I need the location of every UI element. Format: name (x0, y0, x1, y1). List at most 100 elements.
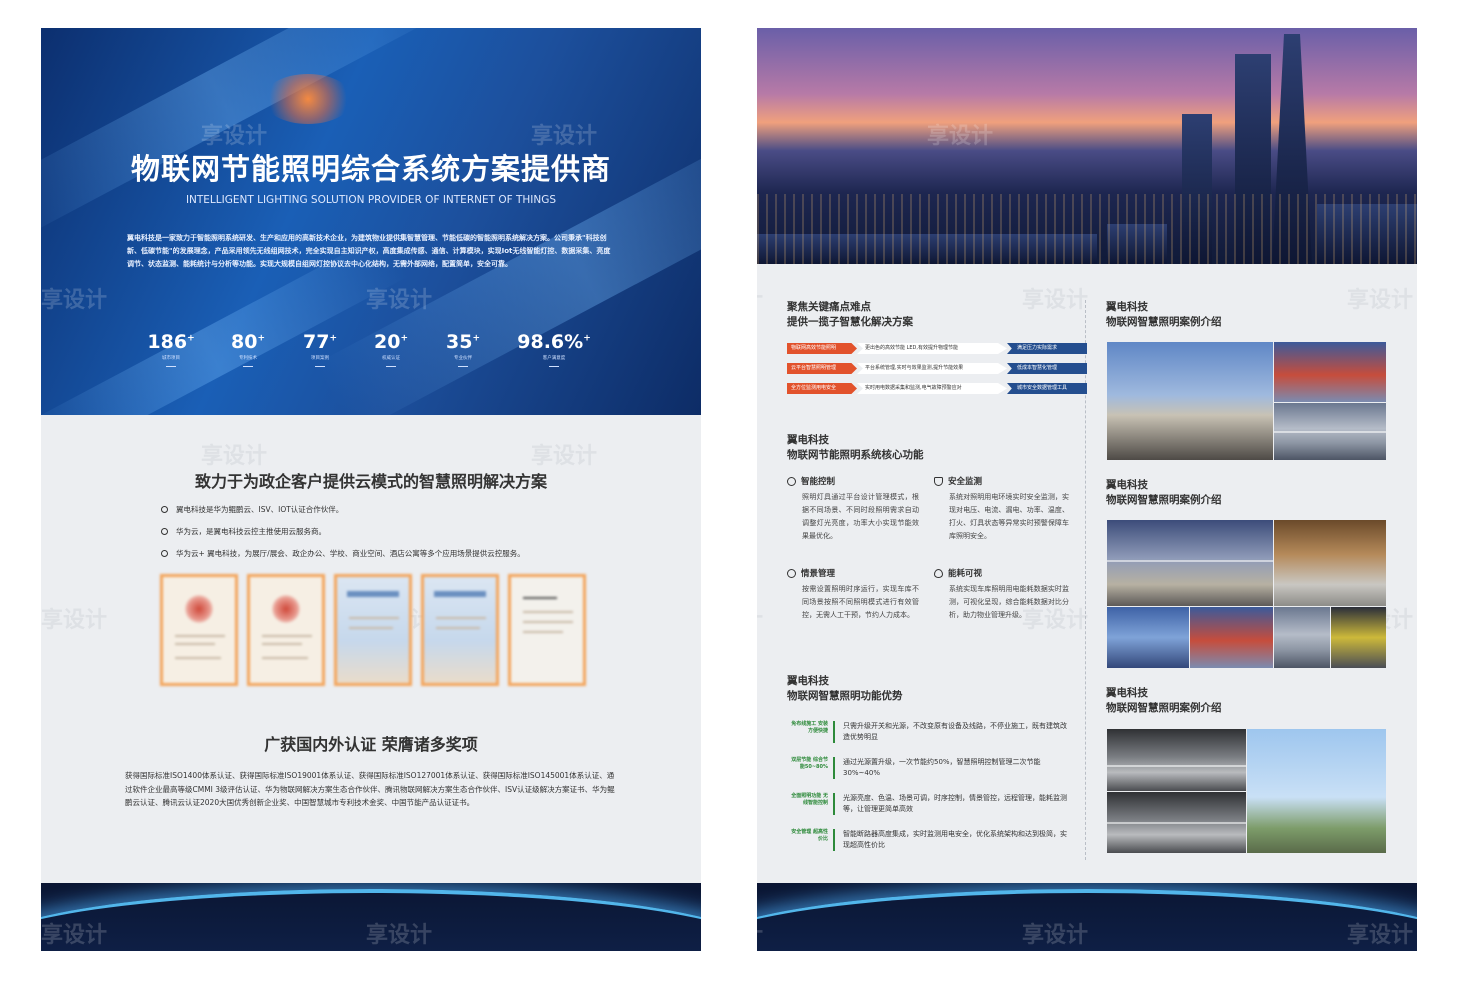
stat-value: 186 (147, 331, 188, 353)
case-photo (1247, 729, 1386, 853)
hero-banner: 享设计 享设计 享设计 享设计 物联网节能照明综合系统方案提供商 INTELLI… (41, 28, 701, 415)
stat-label: 专业伙伴 (454, 356, 472, 361)
stat-item: 20+ 权威认证 (361, 331, 421, 367)
stat-item: 35+ 专业伙伴 (433, 331, 493, 367)
bullet-ring-icon (161, 550, 168, 557)
advantage-tag: 双层节能 综合节能50~80% (791, 757, 828, 770)
bullet-ring-icon (161, 506, 168, 513)
pain-points-title: 聚焦关键痛点难点 提供一揽子智慧化解决方案 (787, 301, 913, 328)
feature-block: 智能控制 照明灯具通过平台设计管理模式，根据不同场景、不同时段照明需求自动调整灯… (787, 475, 919, 543)
bullet-ring-icon (161, 528, 168, 535)
pain-tag: 物联网高效节能照明 (787, 343, 857, 354)
pain-desc: 实时用电数据采集和监测,电气故障预警应对 (857, 383, 1007, 394)
case-photo (1107, 607, 1189, 668)
pain-point-row: 云平台智慧照明管理 平台系统管理,实时与效果监测,提升节能效果 低成本智慧化管理 (787, 363, 1087, 374)
feature-name: 智能控制 (801, 477, 836, 487)
awards-heading: 广获国内外认证 荣膺诸多奖项 (264, 735, 478, 754)
pain-result: 城市安全数据管理工具 (1007, 383, 1087, 394)
stat-label: 城市项目 (162, 356, 180, 361)
advantage-tag: 免布线施工 安装方便快捷 (791, 721, 828, 734)
watermark: 享设计 (757, 282, 763, 314)
feature-desc: 按需设置照明时序运行，实现车库不同场景按照不同照明模式进行有效管控，无需人工干预… (802, 585, 919, 619)
stat-item: 98.6%+ 客户满意度 (509, 331, 599, 367)
stat-label: 客户满意度 (542, 356, 566, 361)
pain-tag: 云平台智慧照明管理 (787, 363, 857, 374)
certificate-image (160, 574, 238, 686)
feature-block: 情景管理 按需设置照明时序运行，实现车库不同场景按照不同照明模式进行有效管控，无… (787, 567, 919, 622)
advantage-row: 免布线施工 安装方便快捷 只需升级开关和光源，不改变原有设备及线路，不停业施工，… (787, 721, 1067, 743)
stat-suffix: + (472, 333, 480, 344)
advantage-tag: 安全管理 超高性价比 (791, 829, 828, 842)
watermark: 享设计 (41, 608, 108, 633)
watermark: 享设计 (531, 444, 598, 469)
pain-tag: 全方位监测用电安全 (787, 383, 857, 394)
eye-icon (934, 568, 943, 578)
advantage-text: 光源亮度、色温、场景可调，时序控制，情景管控，远程管理，能耗监测等，让管理更简单… (843, 794, 1067, 813)
feature-bullet-list: 翼电科技是华为鲲鹏云、ISV、IOT认证合作伙伴。 华为云，是翼电科技云控主推使… (161, 504, 525, 570)
feature-name: 情景管理 (801, 569, 836, 579)
feature-block: 能耗可视 系统实现车库照明用电能耗数据实时监测，可视化呈现，综合能耗数据对比分析… (934, 567, 1069, 622)
certificate-gallery (160, 574, 586, 686)
case-study-title: 翼电科技 物联网智慧照明案例介绍 (1106, 301, 1222, 328)
stat-label: 专利技术 (239, 356, 257, 361)
advantage-text: 只需升级开关和光源，不改变原有设备及线路，不停业施工，既有建筑改造优势明显 (843, 722, 1067, 741)
certificate-image (508, 574, 586, 686)
core-functions-title: 翼电科技 物联网节能照明系统核心功能 (787, 434, 924, 461)
stat-item: 80+ 专利技术 (218, 331, 278, 367)
footer-light-band: 享设计 享设计 享设计 (757, 883, 1417, 951)
advantage-row: 全面照明功能 无线智能控制 光源亮度、色温、场景可调，时序控制，情景管控，远程管… (787, 793, 1067, 815)
case-photo (1274, 342, 1386, 402)
feature-desc: 系统实现车库照明用电能耗数据实时监测，可视化呈现，综合能耗数据对比分析，助力物业… (949, 585, 1069, 619)
case-photo (1107, 342, 1273, 460)
advantage-tag: 全面照明功能 无线智能控制 (791, 793, 828, 806)
advantage-text: 通过光源置升级，一次节能约50%，智慧照明控制管理二次节能30%~40% (843, 758, 1041, 777)
stat-suffix: + (187, 333, 195, 344)
advantages-title: 翼电科技 物联网智慧照明功能优势 (787, 675, 903, 702)
pain-result: 低成本智慧化管理 (1007, 363, 1087, 374)
stat-item: 77+ 项目案例 (290, 331, 350, 367)
solution-heading: 致力于为政企客户提供云模式的智慧照明解决方案 (194, 472, 547, 491)
stat-suffix: + (400, 333, 408, 344)
pain-desc: 更出色的高效节能 LED,有效提升物理节能 (857, 343, 1007, 354)
stat-suffix: + (583, 333, 591, 344)
stat-value: 77 (303, 331, 330, 353)
pain-point-row: 全方位监测用电安全 实时用电数据采集和监测,电气故障预警应对 城市安全数据管理工… (787, 383, 1087, 394)
list-item: 翼电科技是华为鲲鹏云、ISV、IOT认证合作伙伴。 (161, 504, 525, 515)
certificate-image (421, 574, 499, 686)
watermark: 享设计 (1347, 288, 1414, 313)
advantage-row: 双层节能 综合节能50~80% 通过光源置升级，一次节能约50%，智慧照明控制管… (787, 757, 1067, 779)
stat-value: 80 (231, 331, 258, 353)
page-title: 物联网节能照明综合系统方案提供商 (130, 152, 611, 186)
list-item: 华为云，是翼电科技云控主推使用云服务商。 (161, 526, 525, 537)
case-photo (1274, 607, 1330, 668)
watermark: 享设计 (201, 444, 268, 469)
pain-result: 满足压力实际需求 (1007, 343, 1087, 354)
advantage-text: 智能断路器高度集成，实时监测用电安全，优化系统架构和达到极简，实现超高性价比 (843, 830, 1067, 849)
pain-desc: 平台系统管理,实时与效果监测,提升节能效果 (857, 363, 1007, 374)
gear-icon (787, 476, 796, 486)
case-photo (1274, 403, 1386, 460)
advantage-row: 安全管理 超高性价比 智能断路器高度集成，实时监测用电安全，优化系统架构和达到极… (787, 829, 1067, 851)
stat-item: 186+ 城市项目 (141, 331, 201, 367)
stat-value: 20 (374, 331, 401, 353)
stat-value: 98.6% (517, 331, 584, 353)
case-photo (1107, 729, 1246, 791)
stat-label: 项目案例 (311, 356, 329, 361)
feature-desc: 系统对照明用电环境实时安全监测，实现对电压、电流、漏电、功率、温度、打火、灯具状… (949, 493, 1069, 540)
feature-name: 安全监测 (948, 477, 983, 487)
stat-suffix: + (329, 333, 337, 344)
watermark: 享设计 (41, 288, 108, 313)
shield-icon (934, 476, 943, 486)
left-brochure-page: 享设计 享设计 享设计 享设计 物联网节能照明综合系统方案提供商 INTELLI… (41, 28, 701, 951)
feature-name: 能耗可视 (948, 569, 983, 579)
certificate-image (334, 574, 412, 686)
pain-point-row: 物联网高效节能照明 更出色的高效节能 LED,有效提升物理节能 满足压力实际需求 (787, 343, 1087, 354)
stat-suffix: + (257, 333, 265, 344)
list-item: 华为云+ 翼电科技，为展厅/展会、政企办公、学校、商业空间、酒店公寓等多个应用场… (161, 548, 525, 559)
certificate-image (247, 574, 325, 686)
stats-row: 186+ 城市项目 80+ 专利技术 77+ 项目案例 20+ 权威认证 35+ (141, 331, 611, 381)
case-photo (1331, 607, 1386, 668)
case-photo (1107, 520, 1273, 606)
city-skyline-image: 享设计 (757, 28, 1417, 264)
case-photo (1274, 520, 1386, 606)
